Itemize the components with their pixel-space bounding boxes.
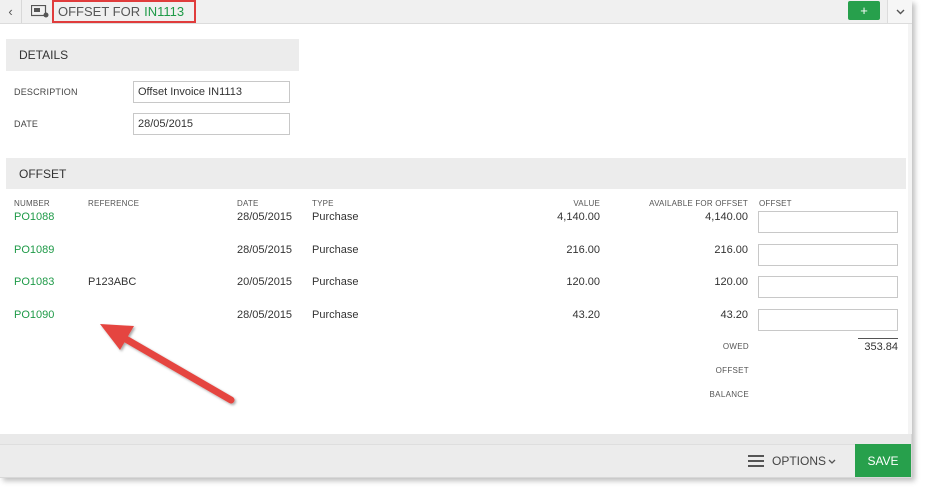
details-heading: DETAILS (6, 39, 299, 71)
row-value: 4,140.00 (557, 211, 600, 223)
scrollbar[interactable] (908, 24, 912, 434)
row-offset-input[interactable] (758, 211, 898, 233)
row-type: Purchase (312, 211, 359, 223)
row-value: 120.00 (566, 276, 600, 288)
row-number-link[interactable]: PO1089 (14, 244, 54, 256)
row-offset-input[interactable] (758, 276, 898, 298)
dropdown-button[interactable] (887, 0, 912, 23)
row-available: 216.00 (714, 244, 748, 256)
offset-total-label: OFFSET (715, 366, 749, 375)
column-header-available: AVAILABLE FOR OFFSET (649, 199, 748, 208)
row-number-link[interactable]: PO1083 (14, 276, 54, 288)
row-type: Purchase (312, 309, 359, 321)
description-label: DESCRIPTION (14, 87, 78, 97)
menu-icon (748, 454, 764, 467)
row-offset-input[interactable] (758, 244, 898, 266)
bottom-divider (0, 434, 911, 444)
column-header-reference: REFERENCE (88, 199, 140, 208)
top-bar: ‹ OFFSET FOR IN1113 + (0, 0, 912, 24)
row-type: Purchase (312, 276, 359, 288)
row-type: Purchase (312, 244, 359, 256)
row-date: 28/05/2015 (237, 309, 293, 321)
row-offset-input[interactable] (758, 309, 898, 331)
row-available: 4,140.00 (705, 211, 748, 223)
page-title: OFFSET FOR IN1113 (52, 0, 196, 23)
options-button[interactable]: OPTIONS (748, 444, 836, 477)
row-date: 20/05/2015 (237, 276, 293, 288)
options-label: OPTIONS (772, 453, 827, 468)
chevron-down-icon (896, 9, 904, 14)
row-reference: P123ABC (88, 276, 137, 288)
row-date: 28/05/2015 (237, 244, 293, 256)
plus-icon: + (860, 3, 868, 18)
column-header-offset: OFFSET (759, 199, 792, 208)
date-field[interactable]: 28/05/2015 (133, 113, 290, 135)
offset-heading: OFFSET (6, 158, 906, 189)
row-number-link[interactable]: PO1088 (14, 211, 54, 223)
row-value: 43.20 (572, 309, 600, 321)
column-header-date: DATE (237, 199, 259, 208)
description-field[interactable]: Offset Invoice IN1113 (133, 81, 290, 103)
row-date: 28/05/2015 (237, 211, 293, 223)
column-header-number: NUMBER (14, 199, 50, 208)
back-icon: ‹ (8, 4, 13, 19)
row-available: 120.00 (714, 276, 748, 288)
column-header-type: TYPE (312, 199, 334, 208)
owed-label: OWED (722, 342, 749, 351)
offset-window: ‹ OFFSET FOR IN1113 + DETAILS DESCRIPTIO… (0, 0, 912, 478)
add-button[interactable]: + (848, 1, 880, 20)
save-button[interactable]: SAVE (855, 444, 911, 477)
row-available: 43.20 (720, 309, 748, 321)
page-title-prefix: OFFSET FOR (58, 4, 141, 19)
document-icon (31, 5, 49, 18)
summary-divider (858, 338, 898, 339)
row-value: 216.00 (566, 244, 600, 256)
page-title-number: IN1113 (144, 4, 185, 19)
owed-value: 353.84 (864, 341, 898, 353)
chevron-down-icon (828, 456, 836, 466)
date-label: DATE (14, 119, 39, 129)
column-header-value: VALUE (573, 199, 600, 208)
back-button[interactable]: ‹ (0, 0, 22, 23)
row-number-link[interactable]: PO1090 (14, 309, 54, 321)
balance-label: BALANCE (709, 390, 749, 399)
